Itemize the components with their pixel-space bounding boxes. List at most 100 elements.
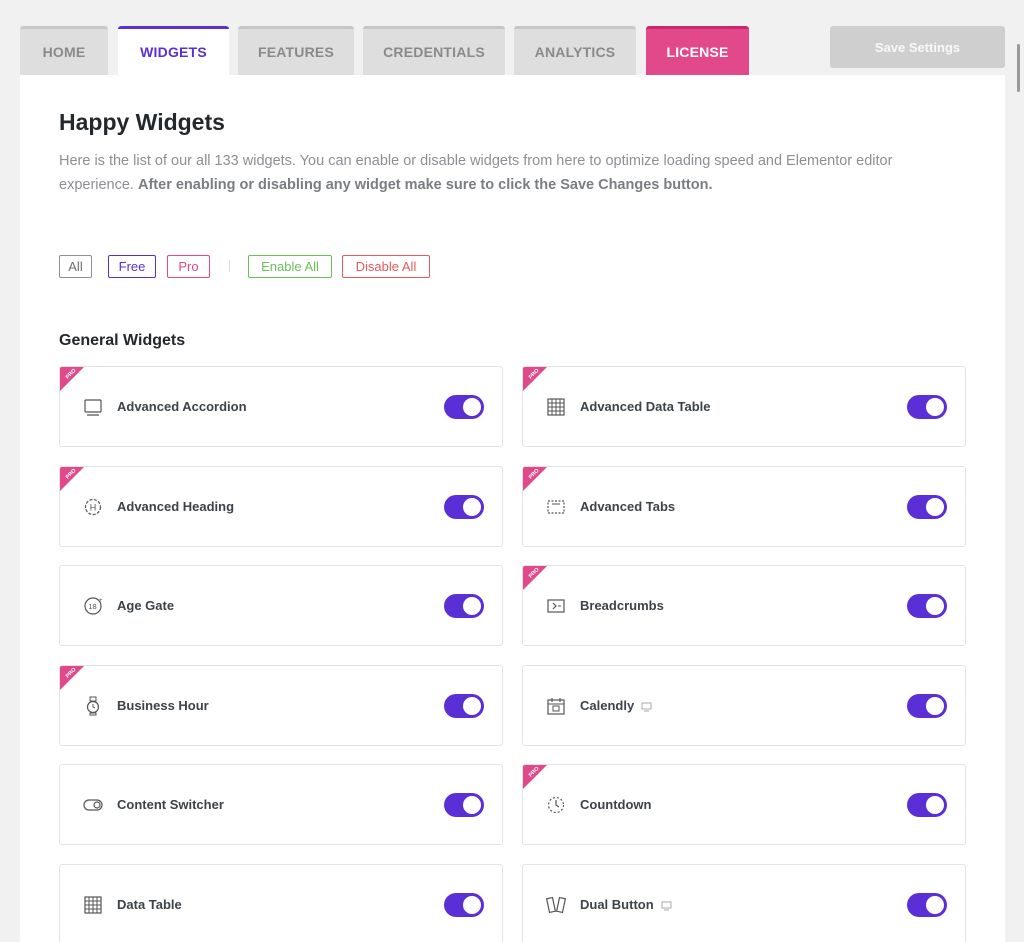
toggle-knob	[463, 696, 481, 715]
tabs-icon	[546, 497, 566, 517]
widget-name: Calendly	[580, 697, 635, 713]
breadcrumbs-icon	[546, 596, 566, 616]
enable-all-button[interactable]: Enable All	[248, 255, 332, 278]
widget-name: Data Table	[117, 896, 182, 912]
widget-card: PRO Advanced Accordion	[59, 366, 503, 447]
dual-button-icon	[545, 895, 567, 915]
widget-card: PRO Advanced Data Table	[522, 366, 966, 447]
toggle-knob	[926, 796, 944, 814]
widget-label: Age Gate	[117, 566, 174, 645]
filter-all-button[interactable]: All	[59, 255, 92, 278]
page-description: Here is the list of our all 133 widgets.…	[59, 149, 964, 197]
tab-license[interactable]: LICENSE	[646, 26, 749, 75]
toggle-knob	[463, 398, 481, 416]
pro-badge: PRO	[60, 466, 84, 491]
widgets-panel: Happy Widgets Here is the list of our al…	[20, 75, 1005, 942]
data-table-icon	[83, 895, 103, 915]
pro-badge: PRO	[523, 765, 547, 789]
tab-widgets[interactable]: WIDGETS	[118, 26, 229, 75]
widget-card: PRO Business Hour	[59, 664, 503, 746]
data-table-icon	[546, 397, 566, 417]
watch-icon	[83, 696, 103, 716]
toggle-knob	[463, 796, 481, 814]
toggle-knob	[926, 895, 944, 914]
widget-label: Data Table	[117, 865, 182, 942]
toggle-knob	[926, 696, 944, 715]
widget-label: Calendly	[580, 666, 652, 745]
widget-name: Advanced Data Table	[580, 399, 711, 414]
svg-text:18: 18	[88, 602, 96, 611]
widget-toggle[interactable]	[444, 892, 484, 917]
pro-badge: PRO	[60, 367, 84, 391]
widget-name: Dual Button	[580, 896, 654, 912]
heading-icon: H	[83, 497, 103, 517]
save-settings-button[interactable]: Save Settings	[830, 26, 1005, 68]
widget-label: Advanced Heading	[117, 467, 234, 546]
tab-credentials[interactable]: CREDENTIALS	[363, 26, 505, 75]
widget-label: Advanced Data Table	[580, 367, 711, 446]
tab-features[interactable]: FEATURES	[238, 26, 354, 75]
scrollbar[interactable]	[1006, 0, 1024, 942]
filter-pro-button[interactable]: Pro	[167, 255, 210, 278]
switch-icon	[83, 795, 103, 815]
toggle-knob	[463, 895, 481, 914]
widget-toggle[interactable]	[444, 395, 484, 419]
widget-toggle[interactable]	[907, 693, 947, 718]
widget-name: Breadcrumbs	[580, 598, 664, 613]
widget-card: PRO Advanced Tabs	[522, 465, 966, 547]
widget-label: Content Switcher	[117, 765, 224, 844]
widget-card: PRO Breadcrumbs	[522, 565, 966, 646]
accordion-icon	[83, 397, 103, 417]
monitor-icon	[641, 700, 652, 712]
pro-badge: PRO	[523, 566, 547, 590]
monitor-icon	[661, 899, 672, 911]
toggle-knob	[463, 497, 481, 516]
widget-name: Advanced Tabs	[580, 498, 676, 514]
page-title: Happy Widgets	[59, 109, 225, 135]
widget-toggle[interactable]	[907, 793, 947, 817]
pro-badge: PRO	[523, 367, 547, 391]
widget-label: Countdown	[580, 765, 651, 844]
widget-label: Breadcrumbs	[580, 566, 664, 645]
countdown-icon	[546, 795, 566, 815]
toggle-knob	[926, 597, 944, 615]
widget-card: PRO H Advanced Heading	[59, 465, 503, 547]
widget-name: Countdown	[580, 797, 652, 812]
widget-toggle[interactable]	[907, 594, 947, 618]
widget-toggle[interactable]	[907, 395, 947, 419]
pro-badge: PRO	[60, 665, 84, 690]
widget-card: Dual Button	[522, 863, 966, 942]
tab-home[interactable]: HOME	[20, 26, 108, 75]
widget-name: Business Hour	[117, 697, 209, 713]
widget-name: Age Gate	[117, 598, 175, 613]
widget-toggle[interactable]	[444, 693, 484, 718]
widget-label: Advanced Tabs	[580, 467, 675, 546]
widget-toggle[interactable]	[444, 494, 484, 519]
widget-label: Dual Button	[580, 865, 672, 942]
filter-free-button[interactable]: Free	[108, 255, 156, 278]
svg-text:H: H	[90, 502, 97, 512]
tab-analytics[interactable]: ANALYTICS	[514, 26, 636, 75]
widget-card: Content Switcher	[59, 764, 503, 845]
pro-badge: PRO	[523, 466, 547, 491]
toggle-knob	[926, 497, 944, 516]
widget-toggle[interactable]	[444, 793, 484, 817]
widget-card: Data Table	[59, 863, 503, 942]
svg-text:+: +	[99, 598, 103, 604]
widget-toggle[interactable]	[907, 892, 947, 917]
widget-card: PRO Countdown	[522, 764, 966, 845]
disable-all-button[interactable]: Disable All	[342, 255, 430, 278]
age-gate-icon: 18 +	[83, 596, 103, 616]
calendar-icon	[546, 696, 566, 716]
scrollbar-thumb[interactable]	[1017, 44, 1020, 92]
toggle-knob	[926, 398, 944, 416]
widget-card: 18 + Age Gate	[59, 565, 503, 646]
section-title: General Widgets	[59, 332, 186, 349]
widget-toggle[interactable]	[444, 594, 484, 618]
description-bold-text: After enabling or disabling any widget m…	[138, 177, 713, 193]
filter-divider	[229, 260, 230, 272]
widget-name: Advanced Accordion	[117, 399, 247, 414]
widget-card: Calendly	[522, 664, 966, 746]
widget-toggle[interactable]	[907, 494, 947, 519]
widget-name: Content Switcher	[117, 797, 224, 812]
